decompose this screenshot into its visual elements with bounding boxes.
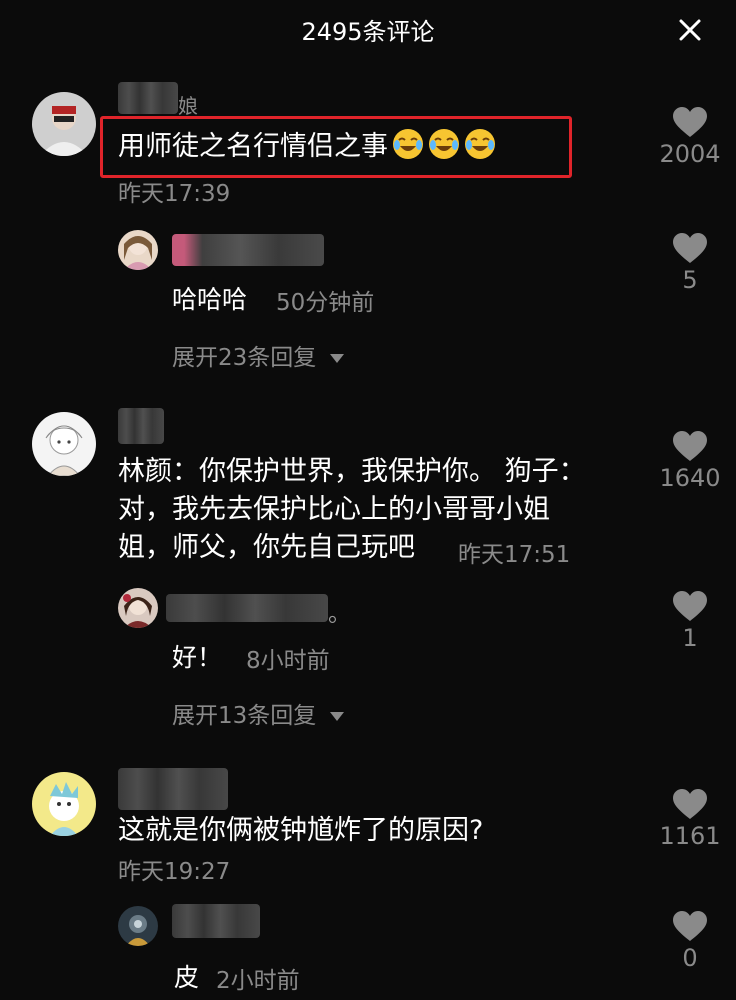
blurred-username xyxy=(118,408,164,444)
reply-like-button[interactable]: 1 xyxy=(650,590,730,652)
heart-icon xyxy=(673,789,707,819)
blurred-username xyxy=(118,82,178,114)
blurred-username xyxy=(172,234,324,266)
like-count: 2004 xyxy=(659,140,721,168)
comment-line-2: 对，我先去保护比心上的小哥哥小姐 xyxy=(118,494,550,525)
reply-like-button[interactable]: 0 xyxy=(650,910,730,972)
reply-text: 皮 xyxy=(174,963,200,992)
username-tail: 娘 xyxy=(178,94,198,118)
blurred-username xyxy=(118,768,228,810)
username-tail: 。 xyxy=(328,601,351,627)
reply-avatar[interactable] xyxy=(118,588,158,628)
caret-down-icon xyxy=(330,354,345,363)
comment-line-1: 林颜：你保护世界，我保护你。 狗子： xyxy=(118,456,586,487)
reply-time: 8小时前 xyxy=(246,648,330,674)
comment-time: 昨天19:27 xyxy=(118,859,231,885)
like-count: 0 xyxy=(682,944,698,972)
heart-icon xyxy=(673,591,707,621)
reply-avatar[interactable] xyxy=(118,906,158,946)
blurred-username xyxy=(166,594,328,622)
reply-text: 好！ xyxy=(172,643,223,672)
like-count: 1161 xyxy=(659,822,721,850)
heart-icon xyxy=(673,233,707,263)
reply-time: 2小时前 xyxy=(216,968,300,994)
avatar[interactable] xyxy=(32,772,96,836)
highlight-box xyxy=(100,116,572,178)
expand-replies-button[interactable]: 展开13条回复 xyxy=(172,696,345,730)
like-button[interactable]: 1640 xyxy=(650,430,730,492)
reply-like-button[interactable]: 5 xyxy=(650,232,730,294)
heart-icon xyxy=(673,107,707,137)
blurred-username xyxy=(172,904,260,938)
like-button[interactable]: 2004 xyxy=(650,106,730,168)
like-button[interactable]: 1161 xyxy=(650,788,730,850)
heart-icon xyxy=(673,431,707,461)
heart-icon xyxy=(673,911,707,941)
expand-label: 展开13条回复 xyxy=(172,703,317,729)
comment-time: 昨天17:51 xyxy=(458,542,571,568)
comment-time: 昨天17:39 xyxy=(118,181,231,207)
like-count: 5 xyxy=(682,266,698,294)
close-icon xyxy=(679,19,701,41)
reply-avatar[interactable] xyxy=(118,230,158,270)
expand-label: 展开23条回复 xyxy=(172,345,317,371)
comment-line-3: 姐，师父，你先自己玩吧 xyxy=(118,532,415,563)
expand-replies-button[interactable]: 展开23条回复 xyxy=(172,338,345,372)
avatar[interactable] xyxy=(32,412,96,476)
reply-time: 50分钟前 xyxy=(276,290,375,316)
comment-count-title: 2495条评论 xyxy=(301,18,435,46)
like-count: 1640 xyxy=(659,464,721,492)
caret-down-icon xyxy=(330,712,345,721)
reply-text: 哈哈哈 xyxy=(172,285,248,314)
close-button[interactable] xyxy=(672,12,708,48)
comments-header: 2495条评论 xyxy=(0,0,736,58)
like-count: 1 xyxy=(682,624,698,652)
comment-text: 这就是你俩被钟馗炸了的原因? xyxy=(118,815,484,846)
avatar[interactable] xyxy=(32,92,96,156)
